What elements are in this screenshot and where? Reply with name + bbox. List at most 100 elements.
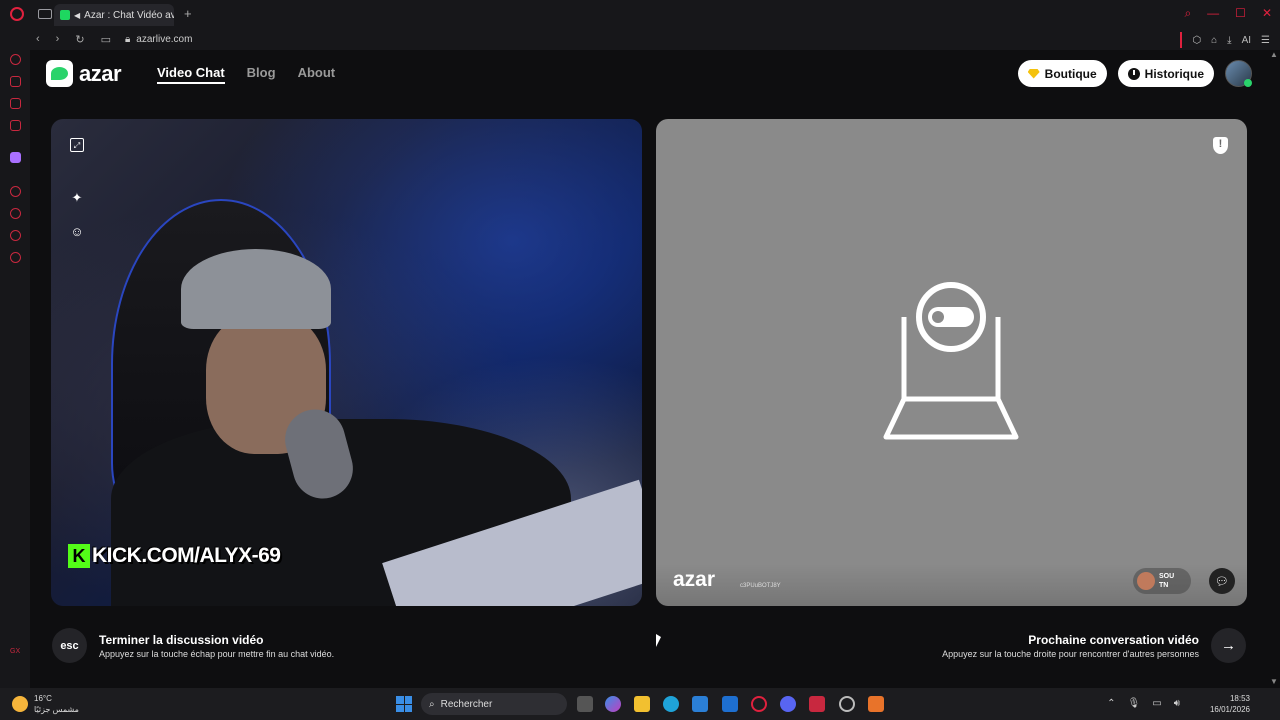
profile-icon[interactable]: ⌂ [1211,35,1217,46]
app-icon-orange[interactable] [868,696,884,712]
browser-titlebar: ◀ Azar : Chat Vidéo avec + ⌕ — ☐ ✕ [0,0,1280,28]
reload-icon[interactable]: ↻ [75,33,84,46]
sidebar-history-icon[interactable] [10,208,21,219]
opera-gx-taskbar-icon[interactable] [751,696,767,712]
scroll-up-icon[interactable]: ▲ [1270,50,1278,59]
user-avatar[interactable] [1225,60,1252,87]
sidebar-music-icon[interactable] [10,120,21,131]
download-icon[interactable]: ⤓ [1227,35,1231,46]
search-icon: ⌕ [429,698,435,710]
copilot-icon[interactable] [605,696,621,712]
scroll-down-icon[interactable]: ▼ [1270,677,1278,686]
sidebar-gx-icon[interactable]: GX [10,648,21,659]
local-video: ⤢ ✦ ☺ K KICK.COM/ALYX-69 [51,119,642,606]
new-tab-button[interactable]: + [184,6,192,21]
app-icon-circle[interactable] [839,696,855,712]
tab-title: Azar : Chat Vidéo avec [84,9,174,21]
face-filter-icon[interactable]: ☺ [70,225,84,239]
microphone-icon[interactable]: 🎙︎ [1128,698,1141,709]
clock-time: 18:53 [1229,694,1250,703]
remote-video: ! azar c3PUuBOTJ8Y SOU TN 💬︎ [656,119,1247,606]
sidebar-ai-icon[interactable] [10,54,21,65]
end-chat-title: Terminer la discussion vidéo [99,633,264,647]
next-chat-subtitle: Appuyez sur la touche droite pour rencon… [942,649,1199,659]
minimize-button[interactable]: — [1207,6,1219,21]
windows-start-icon[interactable] [396,696,412,712]
discord-icon[interactable] [780,696,796,712]
peer-avatar [1137,572,1155,590]
edge-icon[interactable] [663,696,679,712]
sidebar-messenger-icon[interactable] [10,98,21,109]
sidebar-settings-icon[interactable] [10,252,21,263]
peer-country: TN [1159,582,1169,589]
mail-icon[interactable] [722,696,738,712]
address-bar: ‹ › ↻ ▭ 🔒︎ azarlive.com ⬡ ⌂ ⤓ AI ☰ [30,28,1280,50]
back-icon[interactable]: ‹ [36,33,40,46]
expand-icon[interactable]: ⤢ [70,138,84,152]
mouse-cursor-icon [656,634,661,647]
peer-name: SOU [1159,573,1175,580]
opera-logo-icon[interactable] [10,7,24,21]
close-button[interactable]: ✕ [1262,6,1272,21]
network-icon[interactable]: ▭ [1152,698,1161,709]
sidebar-twitch-icon[interactable] [10,152,21,163]
extensions-icon[interactable]: ⬡ [1192,35,1201,46]
nav-blog[interactable]: Blog [247,65,276,84]
camera-icon[interactable]: ▭ [101,33,111,46]
maximize-button[interactable]: ☐ [1235,6,1246,21]
weather-description: مشمس جزئيًا [34,705,79,714]
next-arrow-button[interactable]: → [1211,628,1246,663]
nav-about[interactable]: About [298,65,336,84]
sidebar-shopping-icon[interactable] [10,76,21,87]
page-scrollbar[interactable]: ▲ ▼ [1268,50,1280,688]
search-tabs-icon[interactable]: ⌕ [1184,6,1191,21]
windows-taskbar: 16°C مشمس جزئيًا ⌕ Rechercher ⌃ 🎙︎ ▭ 🔊︎ … [0,688,1280,720]
app-icon-red[interactable] [809,696,825,712]
speaker-icon[interactable]: ◀ [74,11,80,20]
tab-manager-icon[interactable] [38,9,52,19]
gem-icon [1027,68,1040,79]
toolbar-divider [1180,32,1183,48]
taskbar-clock[interactable]: 18:53 16/01/2026 [1210,693,1250,715]
weather-widget[interactable]: 16°C مشمس جزئيًا [12,693,79,715]
main-nav: Video Chat Blog About [157,65,335,84]
browser-tab[interactable]: ◀ Azar : Chat Vidéo avec [54,4,174,26]
esc-button[interactable]: esc [52,628,87,663]
chat-bubble-icon[interactable]: 💬︎ [1209,568,1235,594]
boutique-label: Boutique [1044,66,1097,81]
report-icon[interactable]: ! [1213,137,1228,154]
store-icon[interactable] [692,696,708,712]
clock-date: 16/01/2026 [1209,705,1250,714]
search-placeholder: Rechercher [440,698,493,710]
peer-badge[interactable]: SOU TN [1133,568,1191,594]
menu-icon[interactable]: ☰ [1261,35,1270,46]
kick-overlay: K KICK.COM/ALYX-69 [68,544,281,568]
volume-icon[interactable]: 🔊︎ [1174,698,1180,709]
browser-sidebar: GX [0,28,30,688]
sidebar-chat-icon[interactable] [10,230,21,241]
sidebar-player-icon[interactable] [10,186,21,197]
temperature: 16°C [34,694,52,703]
file-explorer-icon[interactable] [634,696,650,712]
task-view-icon[interactable] [577,696,593,712]
lock-icon: 🔒︎ [124,33,131,45]
historique-button[interactable]: Historique [1117,60,1214,87]
ai-button[interactable]: AI [1242,35,1251,46]
forward-icon[interactable]: › [56,33,60,46]
boutique-button[interactable]: Boutique [1017,60,1107,87]
end-chat-subtitle: Appuyez sur la touche échap pour mettre … [99,649,335,659]
url-field[interactable]: 🔒︎ azarlive.com [125,34,192,45]
azar-page: azar Video Chat Blog About Boutique Hist… [30,50,1268,688]
next-chat-title: Prochaine conversation vidéo [1028,633,1199,647]
kick-overlay-text: KICK.COM/ALYX-69 [92,544,281,567]
azar-logo-icon [46,60,73,87]
nav-video-chat[interactable]: Video Chat [157,65,225,84]
logo-text: azar [79,60,122,86]
azar-logo[interactable]: azar [46,60,122,87]
azar-favicon-icon [60,10,70,20]
azar-watermark: azar [673,568,716,591]
taskbar-search[interactable]: ⌕ Rechercher [421,693,567,715]
tray-chevron-icon[interactable]: ⌃ [1107,698,1115,709]
magic-wand-icon[interactable]: ✦ [70,191,84,205]
weather-sun-icon [12,696,28,712]
